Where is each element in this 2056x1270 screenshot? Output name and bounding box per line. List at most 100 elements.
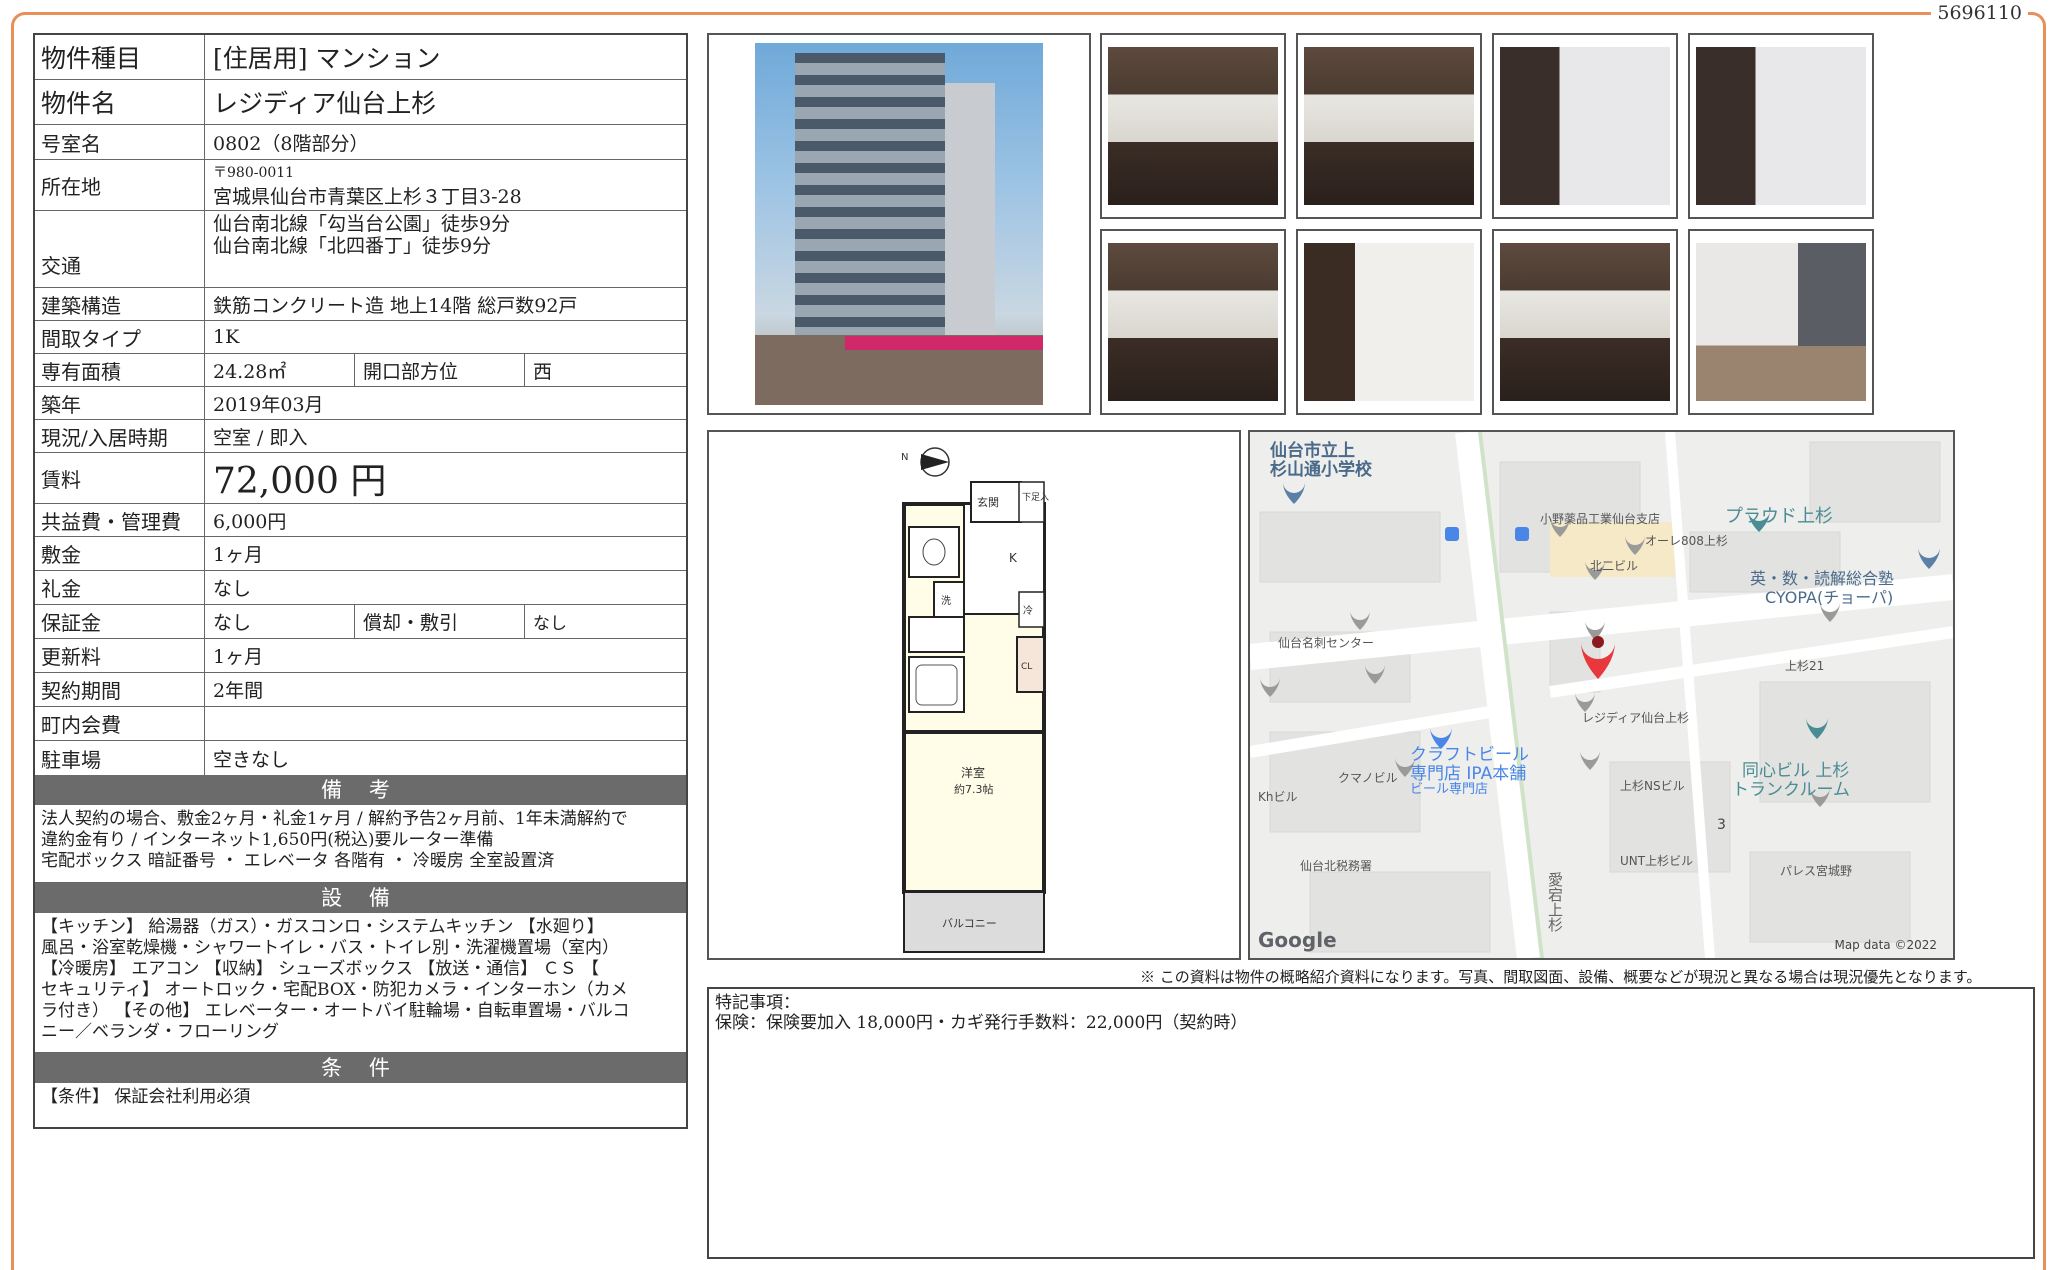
equipment-heading: 設 備	[35, 883, 686, 913]
conditions-heading: 条 件	[35, 1053, 686, 1083]
row-term: 契約期間 2年間	[35, 673, 686, 707]
map-road-minor	[1665, 432, 1715, 958]
building-exterior-photo	[707, 33, 1091, 415]
access-label: 交通	[35, 211, 205, 287]
map-label-ns: 上杉NSビル	[1620, 779, 1685, 793]
disclaimer: ※ この資料は物件の概略紹介資料になります。写真、間取図面、設備、概要などが現況…	[1140, 968, 1982, 986]
subway-station-icon	[1445, 527, 1459, 541]
name-value: レジディア仙台上杉	[213, 89, 437, 118]
conditions-text: 【条件】 保証会社利用必須	[41, 1087, 251, 1107]
area-value: 24.28㎡	[205, 354, 355, 386]
remarks-text: 法人契約の場合、敷金2ヶ月・礼金1ヶ月 / 解約予告2ヶ月前、1年未満解約で 違…	[35, 805, 686, 883]
map-label-palace: パレス宮城野	[1780, 864, 1853, 878]
google-logo: Google	[1258, 928, 1337, 952]
row-rent: 賃料 72,000 円	[35, 453, 686, 504]
map-label-block: 3	[1717, 817, 1726, 833]
property-info-table: 物件種目 [住居用] マンション 物件名 レジディア仙台上杉 号室名 0802（…	[33, 33, 688, 1129]
built-label: 築年	[35, 387, 205, 419]
building-image	[755, 43, 1043, 405]
equipment-line: セキュリティ】 オートロック・宅配BOX・防犯カメラ・インターホン（カメ	[41, 980, 628, 1000]
address-cell: 〒980-0011 宮城県仙台市青葉区上杉３丁目3-28	[205, 160, 686, 210]
entrance-label: 玄関	[977, 495, 999, 509]
deposit-label: 敷金	[35, 537, 205, 570]
amort-value: なし	[533, 614, 567, 634]
map-attribution: Map data ©2022	[1834, 938, 1937, 952]
type-value: [住居用] マンション	[213, 44, 441, 73]
closet-label: CL	[1021, 662, 1032, 672]
map-label-meishi: 仙台名刺センター	[1278, 636, 1375, 650]
rent-value: 72,000 円	[213, 461, 387, 502]
row-renewal: 更新料 1ヶ月	[35, 639, 686, 673]
photo-room	[1688, 229, 1874, 415]
row-area: 専有面積 24.28㎡ 開口部方位 西	[35, 354, 686, 387]
wash-label: 洗	[941, 595, 951, 607]
north-arrow-icon	[921, 454, 949, 470]
address-value: 宮城県仙台市青葉区上杉３丁目3-28	[213, 185, 522, 208]
name-label: 物件名	[35, 80, 205, 124]
fridge-label: 冷	[1023, 604, 1033, 617]
row-deposit: 敷金 1ヶ月	[35, 537, 686, 571]
floor-plan-drawing: N 玄関 下足入 K 洗 冷 CL 洋室 約7.3帖 バルコニー	[901, 447, 1049, 953]
toilet-room	[908, 526, 960, 578]
access-cell: 仙台南北線「勾当台公園」徒歩9分 仙台南北線「北四番丁」徒歩9分	[205, 211, 686, 287]
layout-label: 間取タイプ	[35, 321, 205, 353]
term-value: 2年間	[213, 680, 264, 702]
map-label-kita2: 北二ビル	[1590, 559, 1639, 573]
row-access: 交通 仙台南北線「勾当台公園」徒歩9分 仙台南北線「北四番丁」徒歩9分	[35, 211, 686, 288]
equipment-line: ラ付き） 【その他】 エレベーター・オートバイ駐輪場・自転車置場・バルコ	[41, 1001, 630, 1021]
row-address: 所在地 〒980-0011 宮城県仙台市青葉区上杉３丁目3-28	[35, 160, 686, 211]
row-parking: 駐車場 空きなし	[35, 741, 686, 775]
room-size-label: 約7.3帖	[954, 782, 994, 796]
photo-kitchen-3	[1100, 229, 1286, 415]
row-name: 物件名 レジディア仙台上杉	[35, 80, 686, 125]
term-label: 契約期間	[35, 673, 205, 706]
row-status: 現況/入居時期 空室 / 即入	[35, 420, 686, 453]
deposit-value: 1ヶ月	[213, 544, 264, 566]
guarantee-label: 保証金	[35, 605, 205, 638]
remarks-line: 法人契約の場合、敷金2ヶ月・礼金1ヶ月 / 解約予告2ヶ月前、1年未満解約で	[41, 809, 628, 829]
assoc-value	[205, 707, 686, 740]
cram-school-pin-icon	[1918, 547, 1940, 569]
map-place-pin-icon	[1350, 610, 1370, 630]
address-label: 所在地	[35, 160, 205, 210]
direction-value: 西	[533, 360, 553, 383]
map-label-kumano: クマノビル	[1338, 771, 1398, 785]
school-pin-icon	[1283, 482, 1305, 504]
rent-label: 賃料	[35, 453, 205, 503]
postal-code: 〒980-0011	[213, 164, 295, 181]
equipment-line: 【冷暖房】 エアコン 【収納】 シューズボックス 【放送・通信】 ＣＳ 【	[41, 959, 600, 979]
parking-value: 空きなし	[213, 748, 290, 771]
key-money-label: 礼金	[35, 571, 205, 604]
special-notes: 特記事項： 保険：保険要加入 18,000円・カギ発行手数料：22,000円（契…	[707, 987, 2035, 1259]
shoebox-label: 下足入	[1022, 492, 1049, 503]
row-room: 号室名 0802（8階部分）	[35, 125, 686, 160]
map-label-ore: オーレ808上杉	[1645, 534, 1728, 548]
room-label: 号室名	[35, 125, 205, 159]
map-label-doshin-2: トランクルーム	[1732, 780, 1850, 800]
map-label-uesugi21: 上杉21	[1785, 659, 1825, 673]
kitchen-label: K	[1009, 551, 1018, 565]
row-built: 築年 2019年03月	[35, 387, 686, 420]
remarks-heading: 備 考	[35, 775, 686, 805]
area-label: 専有面積	[35, 354, 205, 386]
guarantee-value: なし	[205, 605, 355, 638]
location-map[interactable]: 仙台市立上 杉山通小学校 小野薬品工業仙台支店 プラウド上杉 オーレ808上杉 …	[1248, 430, 1955, 960]
row-structure: 建築構造 鉄筋コンクリート造 地上14階 総戸数92戸	[35, 288, 686, 321]
row-layout: 間取タイプ 1K	[35, 321, 686, 354]
special-notes-title: 特記事項：	[715, 993, 800, 1013]
map-label-street: 愛宕上杉	[1546, 872, 1564, 932]
type-label: 物件種目	[35, 35, 205, 79]
renewal-label: 更新料	[35, 639, 205, 672]
row-assoc: 町内会費	[35, 707, 686, 741]
built-value: 2019年03月	[213, 393, 324, 416]
floor-plan: N 玄関 下足入 K 洗 冷 CL 洋室 約7.3帖 バルコニー	[707, 430, 1241, 960]
map-block	[1309, 871, 1491, 953]
map-label-proud: プラウド上杉	[1725, 506, 1833, 527]
direction-label: 開口部方位	[355, 354, 525, 386]
status-value: 空室 / 即入	[213, 426, 308, 449]
special-notes-text: 保険：保険要加入 18,000円・カギ発行手数料：22,000円（契約時）	[715, 1013, 1248, 1033]
map-place-pin-icon	[1580, 750, 1600, 770]
equipment-line: ニー／ベランダ・フローリング	[41, 1022, 279, 1042]
photo-bathroom-2	[1688, 33, 1874, 219]
row-guarantee: 保証金 なし 償却・敷引 なし	[35, 605, 686, 639]
